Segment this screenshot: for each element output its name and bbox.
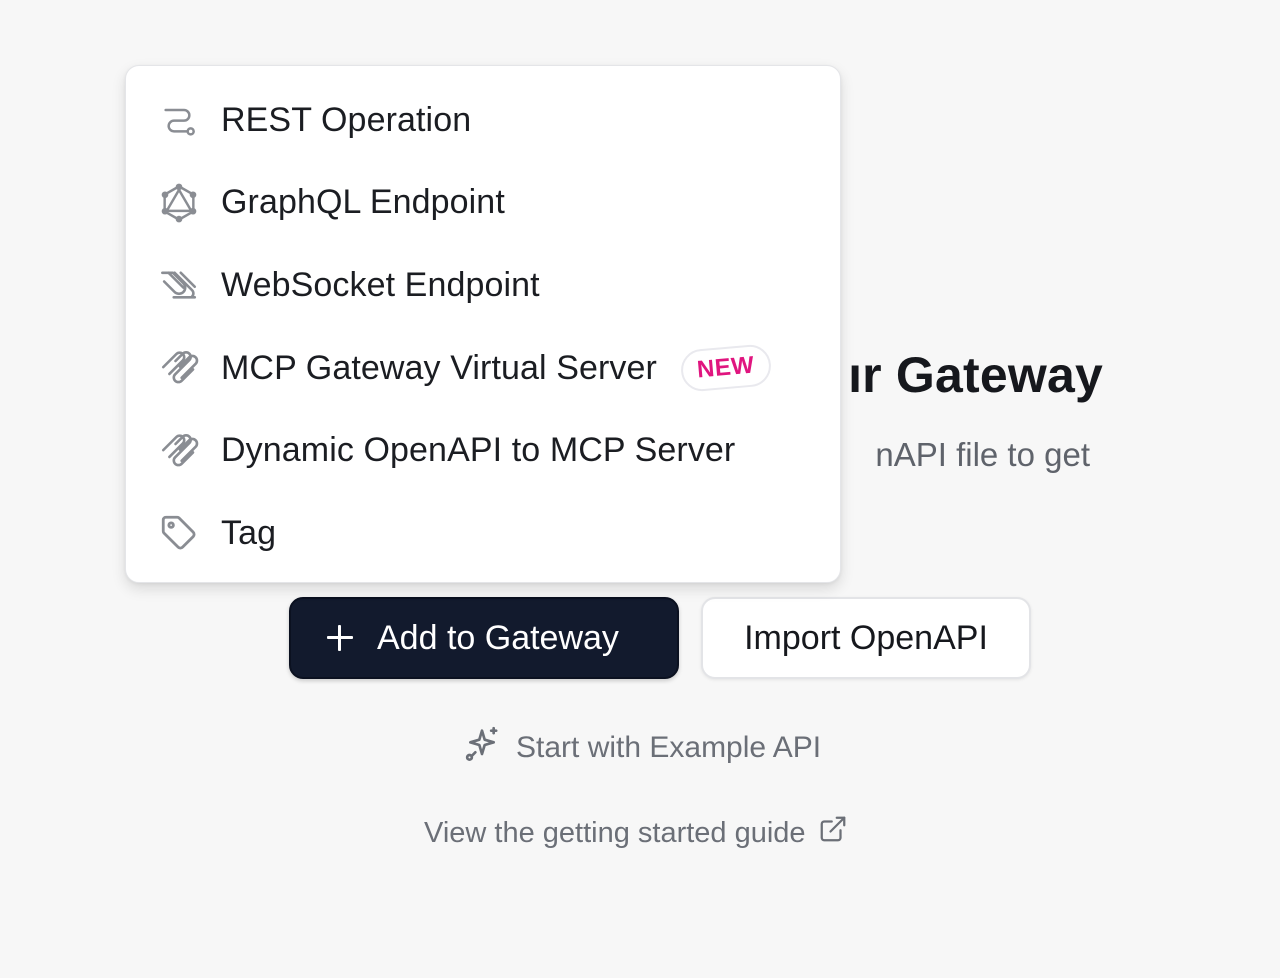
route-icon [158,99,200,141]
getting-started-guide-label: View the getting started guide [424,816,806,849]
new-badge: NEW [679,343,773,393]
start-with-example-api-link[interactable]: Start with Example API [462,724,821,772]
import-openapi-label: Import OpenAPI [744,618,988,657]
sparkles-icon [462,724,502,772]
mcp-icon [158,430,200,472]
menu-item-dynamic-openapi-to-mcp-server[interactable]: Dynamic OpenAPI to MCP Server [126,409,840,492]
add-to-gateway-button[interactable]: Add to Gateway [289,597,679,679]
start-with-example-api-label: Start with Example API [516,731,822,764]
menu-item-mcp-gateway-virtual-server[interactable]: MCP Gateway Virtual Server NEW [126,327,840,410]
graphql-icon [158,182,200,224]
external-link-icon [818,814,848,852]
mcp-icon [158,347,200,389]
getting-started-guide-link[interactable]: View the getting started guide [424,814,848,852]
menu-item-label: WebSocket Endpoint [221,265,540,304]
menu-item-label: Dynamic OpenAPI to MCP Server [221,431,736,470]
menu-item-label: REST Operation [221,100,472,139]
tag-icon [158,512,200,554]
menu-item-label: Tag [221,513,277,552]
import-openapi-button[interactable]: Import OpenAPI [701,597,1031,679]
websocket-icon [158,264,200,306]
plus-icon [323,621,357,655]
add-to-gateway-label: Add to Gateway [377,618,619,657]
menu-item-label: MCP Gateway Virtual Server [221,348,657,387]
menu-item-rest-operation[interactable]: REST Operation [126,79,840,162]
empty-state-actions: Add to Gateway Import OpenAPI [289,597,1031,679]
menu-item-label: GraphQL Endpoint [221,183,505,222]
page: ır Gateway nAPI file to get Add to Gatew… [0,0,1280,978]
menu-item-tag[interactable]: Tag [126,492,840,575]
add-to-gateway-menu: REST Operation GraphQL Endpoint WebSocke… [125,65,841,583]
menu-item-graphql-endpoint[interactable]: GraphQL Endpoint [126,162,840,245]
menu-item-websocket-endpoint[interactable]: WebSocket Endpoint [126,244,840,327]
